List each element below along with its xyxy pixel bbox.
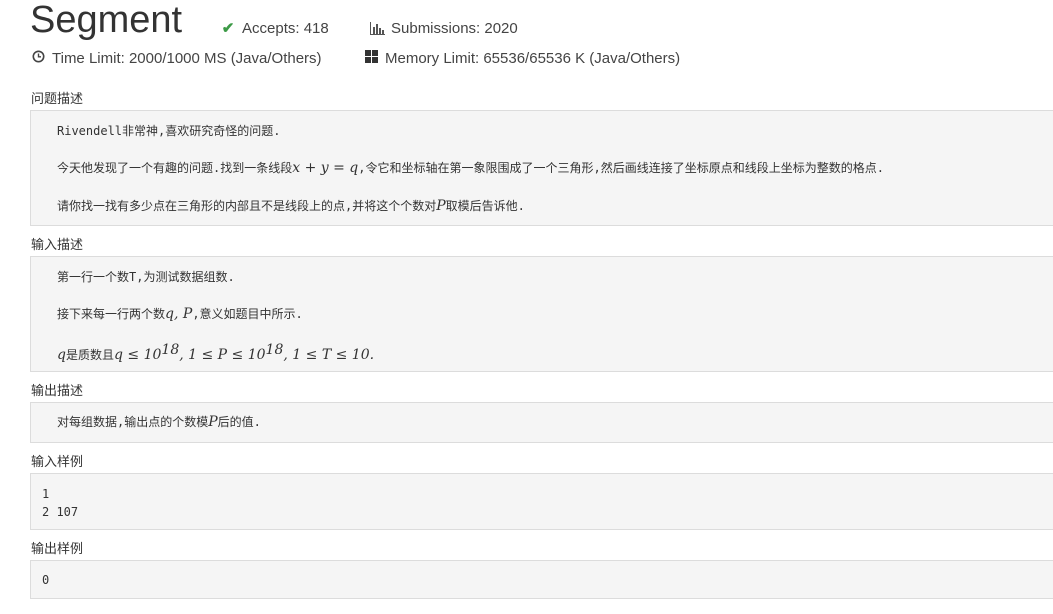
sample-input-line: 2 107	[42, 505, 79, 519]
accepts-stat: ✔ Accepts: 418	[220, 19, 329, 39]
input-description-box: 第一行一个数T,为测试数据组数. 接下来每一行两个数q, P,意义如题目中所示.…	[30, 256, 1053, 372]
description-line-2: 今天他发现了一个有趣的问题.找到一条线段x + y = q,令它和坐标轴在第一象…	[57, 160, 884, 176]
time-limit-text: Time Limit: 2000/1000 MS (Java/Others)	[52, 50, 322, 67]
grid-icon	[363, 49, 379, 69]
submissions-text: Submissions: 2020	[391, 20, 518, 37]
input-line-2: 接下来每一行两个数q, P,意义如题目中所示.	[57, 306, 303, 322]
output-line-1: 对每组数据,输出点的个数模P后的值.	[57, 414, 261, 430]
description-box: Rivendell非常神,喜欢研究奇怪的问题. 今天他发现了一个有趣的问题.找到…	[30, 110, 1053, 226]
memory-limit-text: Memory Limit: 65536/65536 K (Java/Others…	[385, 50, 681, 67]
sample-output-box: 0	[30, 560, 1053, 599]
output-label: 输出描述	[31, 384, 84, 399]
check-icon: ✔	[221, 20, 235, 37]
memory-limit-stat: Memory Limit: 65536/65536 K (Java/Others…	[363, 49, 680, 69]
description-line-1: Rivendell非常神,喜欢研究奇怪的问题.	[57, 124, 281, 138]
input-constraints: q是质数且q ≤ 1018, 1 ≤ P ≤ 1018, 1 ≤ T ≤ 10.	[57, 342, 375, 363]
sample-input-label: 输入样例	[31, 455, 84, 470]
problem-header: Segment ✔ Accepts: 418 Submissions: 2020 …	[30, 0, 1053, 90]
segment-equation: x + y = q	[292, 160, 359, 176]
time-limit-stat: Time Limit: 2000/1000 MS (Java/Others)	[30, 49, 322, 69]
output-description-box: 对每组数据,输出点的个数模P后的值.	[30, 402, 1053, 443]
sample-output-line: 0	[42, 573, 50, 587]
problem-title: Segment	[30, 0, 183, 41]
input-line-1: 第一行一个数T,为测试数据组数.	[57, 270, 235, 284]
modulus-symbol: P	[436, 198, 446, 214]
input-label: 输入描述	[31, 238, 84, 253]
accepts-text: Accepts: 418	[242, 20, 329, 37]
sample-input-line: 1	[42, 487, 50, 501]
sample-output-label: 输出样例	[31, 542, 84, 557]
description-line-3: 请你找一找有多少点在三角形的内部且不是线段上的点,并将这个个数对P取模后告诉他.	[57, 198, 525, 214]
sample-input-box: 1 2 107	[30, 473, 1053, 530]
description-label: 问题描述	[31, 92, 84, 107]
clock-icon	[30, 49, 46, 69]
submissions-stat: Submissions: 2020	[369, 19, 518, 39]
bar-chart-icon	[369, 19, 385, 39]
